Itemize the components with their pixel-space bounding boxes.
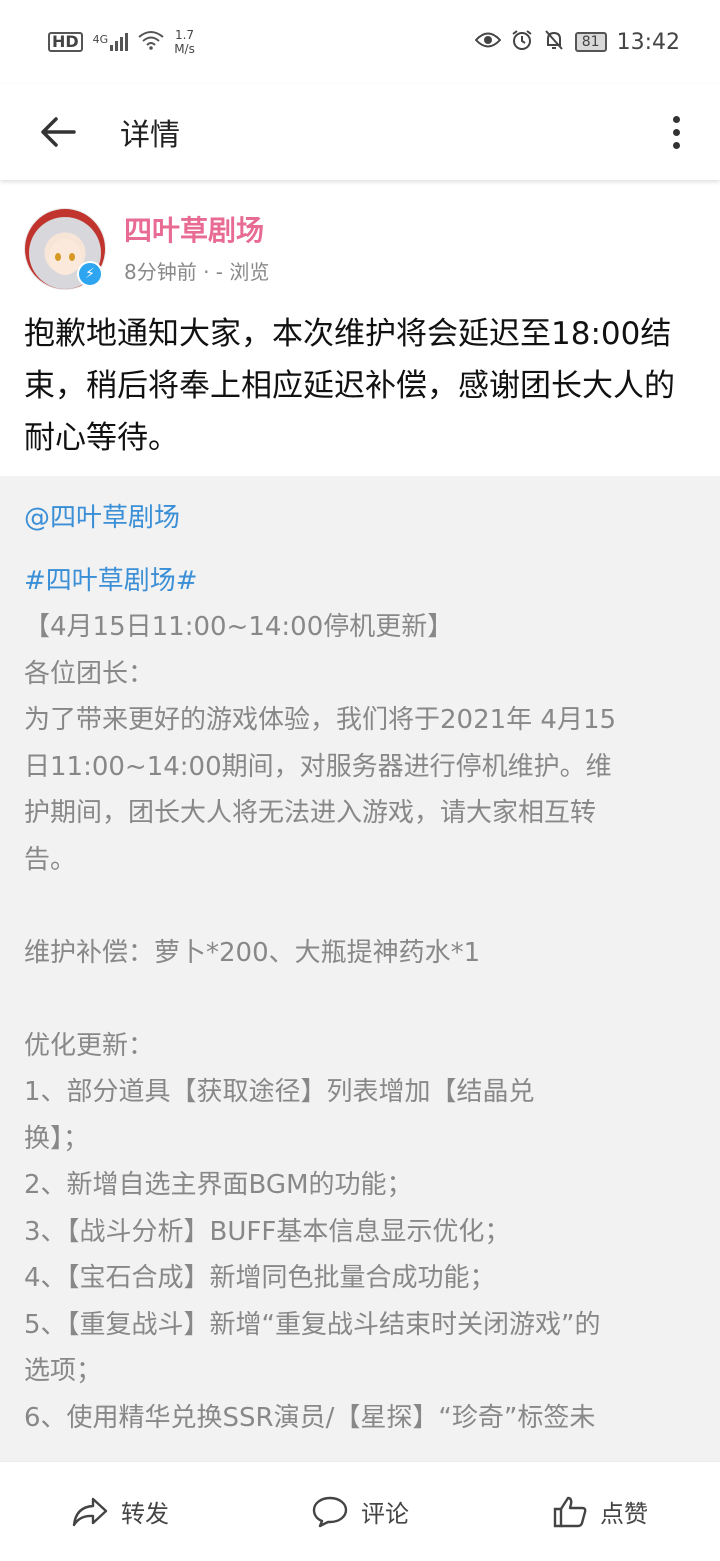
back-button[interactable] — [34, 108, 82, 156]
share-arrow-icon — [72, 1497, 108, 1526]
author-info: 四叶草剧场 8分钟前 · - 浏览 — [124, 211, 269, 287]
status-bar: HD 4G 1.7 M/s 81 13:42 — [0, 0, 720, 84]
post-meta: 8分钟前 · - 浏览 — [124, 260, 270, 284]
repost-line: 选项； — [24, 1356, 103, 1386]
topic-link[interactable]: #四叶草剧场# — [24, 558, 696, 604]
mention-link[interactable]: @四叶草剧场 — [24, 496, 696, 540]
repost-line: 换】； — [24, 1123, 90, 1154]
repost-line: 优化更新： — [24, 1030, 155, 1061]
repost-label: 转发 — [121, 1500, 169, 1528]
comment-button[interactable]: 评论 — [240, 1494, 480, 1529]
page-title: 详情 — [120, 118, 180, 153]
repost-line: 告。 — [24, 844, 77, 875]
battery-indicator: 81 — [574, 32, 607, 52]
repost-button[interactable]: 转发 — [0, 1494, 240, 1529]
reposted-content[interactable]: @四叶草剧场 #四叶草剧场# 【4月15日11:00~14:00停机更新】 各位团… — [0, 476, 720, 1461]
more-options-button[interactable] — [664, 108, 688, 156]
clock: 13:42 — [616, 29, 680, 55]
repost-line: 3、【战斗分析】BUFF基本信息显示优化； — [24, 1216, 511, 1247]
more-dot-icon — [672, 115, 680, 123]
post-author: ⚡ 四叶草剧场 8分钟前 · - 浏览 — [24, 208, 269, 290]
more-dot-icon — [672, 128, 680, 136]
repost-line — [24, 976, 696, 1023]
verified-badge-icon: ⚡ — [77, 261, 103, 287]
repost-line: 2、新增自选主界面BGM的功能； — [24, 1170, 413, 1200]
repost-line — [24, 883, 696, 930]
repost-line: 为了带来更好的游戏体验，我们将于2021年 4月15 — [24, 705, 617, 735]
like-label: 点赞 — [600, 1500, 648, 1528]
repost-body: 【4月15日11:00~14:00停机更新】 各位团长： 为了带来更好的游戏体验，我… — [24, 604, 696, 1441]
mute-bell-icon — [543, 29, 565, 55]
bottom-action-bar: 转发 评论 点赞 — [0, 1461, 720, 1561]
avatar[interactable]: ⚡ — [24, 208, 106, 290]
more-dot-icon — [672, 141, 680, 149]
repost-line: 日11:00~14:00期间，对服务器进行停机维护。维 — [24, 751, 612, 782]
repost-line: 4、【宝石合成】新增同色批量合成功能； — [24, 1263, 496, 1293]
repost-line: 各位团长： — [24, 658, 155, 689]
thumbs-up-icon — [553, 1496, 587, 1527]
status-right: 81 13:42 — [474, 29, 680, 55]
repost-line: 护期间，团长大人将无法进入游戏，请大家相互转 — [24, 798, 597, 828]
app-header: 详情 — [0, 84, 720, 180]
author-name[interactable]: 四叶草剧场 — [124, 211, 269, 251]
hd-indicator: HD — [48, 32, 83, 52]
repost-line: 6、使用精华兑换SSR演员/【星探】“珍奇”标签未 — [24, 1402, 596, 1433]
repost-line: 【4月15日11:00~14:00停机更新】 — [24, 612, 454, 642]
back-arrow-icon — [41, 117, 76, 147]
signal-icon: 4G — [93, 33, 129, 51]
like-button[interactable]: 点赞 — [480, 1494, 720, 1529]
post-text: 抱歉地通知大家，本次维护将会延迟至18:00结束，稍后将奉上相应延迟补偿，感谢团… — [24, 316, 675, 456]
speed-value: 1.7 — [174, 28, 195, 42]
repost-line: 维护补偿：萝卜*200、大瓶提神药水*1 — [24, 937, 481, 968]
avatar-eye — [69, 253, 75, 261]
wifi-icon — [138, 30, 164, 54]
repost-line: 1、部分道具【获取途径】列表增加【结晶兑 — [24, 1077, 535, 1107]
comment-label: 评论 — [361, 1500, 409, 1528]
avatar-face — [49, 239, 81, 275]
comment-bubble-icon — [312, 1496, 348, 1527]
alarm-icon — [511, 29, 533, 55]
network-type: 4G — [92, 33, 109, 46]
status-left: HD 4G 1.7 M/s — [48, 28, 195, 56]
repost-line: 5、【重复战斗】新增“重复战斗结束时关闭游戏”的 — [24, 1309, 601, 1340]
avatar-eye — [55, 253, 61, 261]
speed-unit: M/s — [174, 42, 195, 56]
network-speed: 1.7 M/s — [174, 28, 195, 56]
eye-icon — [474, 31, 502, 53]
